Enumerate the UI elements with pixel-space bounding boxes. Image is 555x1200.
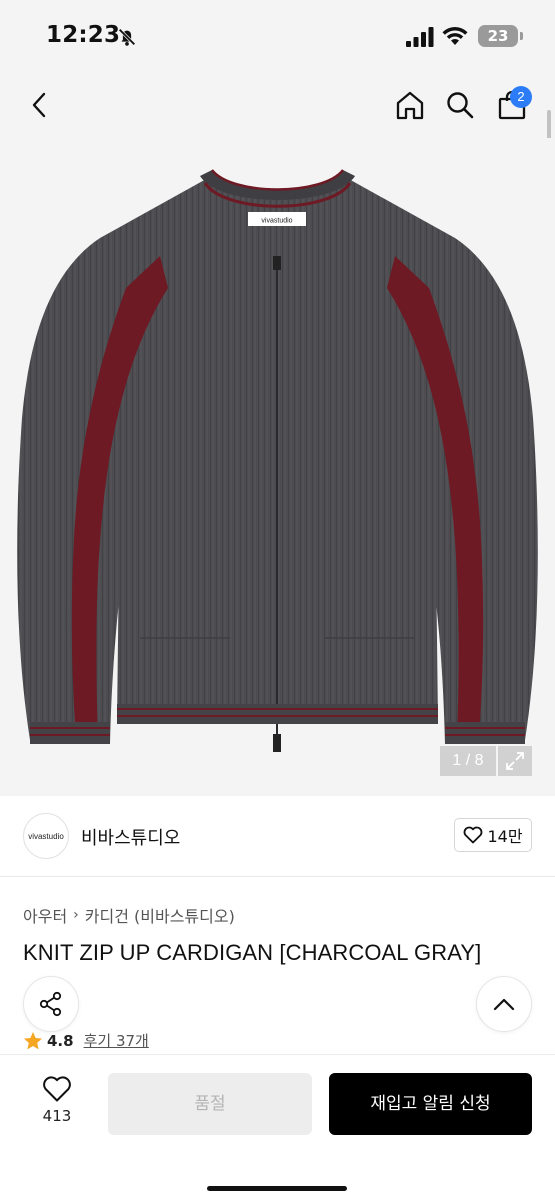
breadcrumb-category[interactable]: 아우터 [23,903,67,927]
rating-value: 4.8 [47,1031,74,1050]
share-icon [39,991,62,1017]
home-indicator [207,1186,347,1191]
share-button[interactable] [23,976,79,1032]
rating: 4.8 후기 37개 [23,1030,149,1051]
bell-slash-icon [118,28,136,46]
expand-image-button[interactable] [498,746,532,776]
status-bar: 12:23 23 [0,0,555,72]
home-icon [396,91,424,120]
cart-count-badge: 2 [510,86,532,108]
product-image: vivastudio [17,169,538,752]
breadcrumb: 아우터 › 카디건 (비바스튜디오) [23,903,235,927]
brand-name[interactable]: 비바스튜디오 [81,824,180,850]
back-button[interactable] [20,85,60,125]
wishlist-count: 413 [42,1107,72,1125]
brand-like-count: 14만 [487,827,523,846]
home-button[interactable] [390,85,430,125]
battery-cap [520,32,523,40]
search-button[interactable] [440,85,480,125]
product-title: KNIT ZIP UP CARDIGAN [CHARCOAL GRAY] [23,940,482,965]
wishlist-button[interactable]: 413 [30,1075,84,1141]
brand-logo[interactable]: vivastudio [23,813,69,859]
back-icon [32,92,46,118]
chevron-right-icon: › [73,907,79,923]
search-icon [447,92,474,119]
heart-icon [464,826,483,844]
brand-row: vivastudio 비바스튜디오 14만 [0,797,555,877]
wifi-icon [442,27,468,45]
neck-label-text: vivastudio [261,218,292,225]
status-time: 12:23 [46,22,121,48]
image-counter: 1 / 8 [440,746,496,776]
battery-indicator: 23 [478,25,518,47]
scroll-top-button[interactable] [476,976,532,1032]
top-nav [0,72,555,138]
review-count-link[interactable]: 후기 37개 [84,1030,149,1051]
product-image-gallery[interactable]: vivastudio [0,138,555,796]
expand-icon [506,752,524,770]
chevron-up-icon [493,998,515,1011]
brand-like-button[interactable]: 14만 [454,818,532,852]
breadcrumb-subcategory[interactable]: 카디건 (비바스튜디오) [85,903,235,927]
bottom-action-bar: 413 품절 재입고 알림 신청 [0,1054,555,1200]
soldout-button[interactable]: 품절 [108,1073,312,1135]
star-icon [24,1031,42,1049]
restock-alert-button[interactable]: 재입고 알림 신청 [329,1073,532,1135]
heart-icon [43,1076,71,1102]
signal-icon [406,27,434,47]
